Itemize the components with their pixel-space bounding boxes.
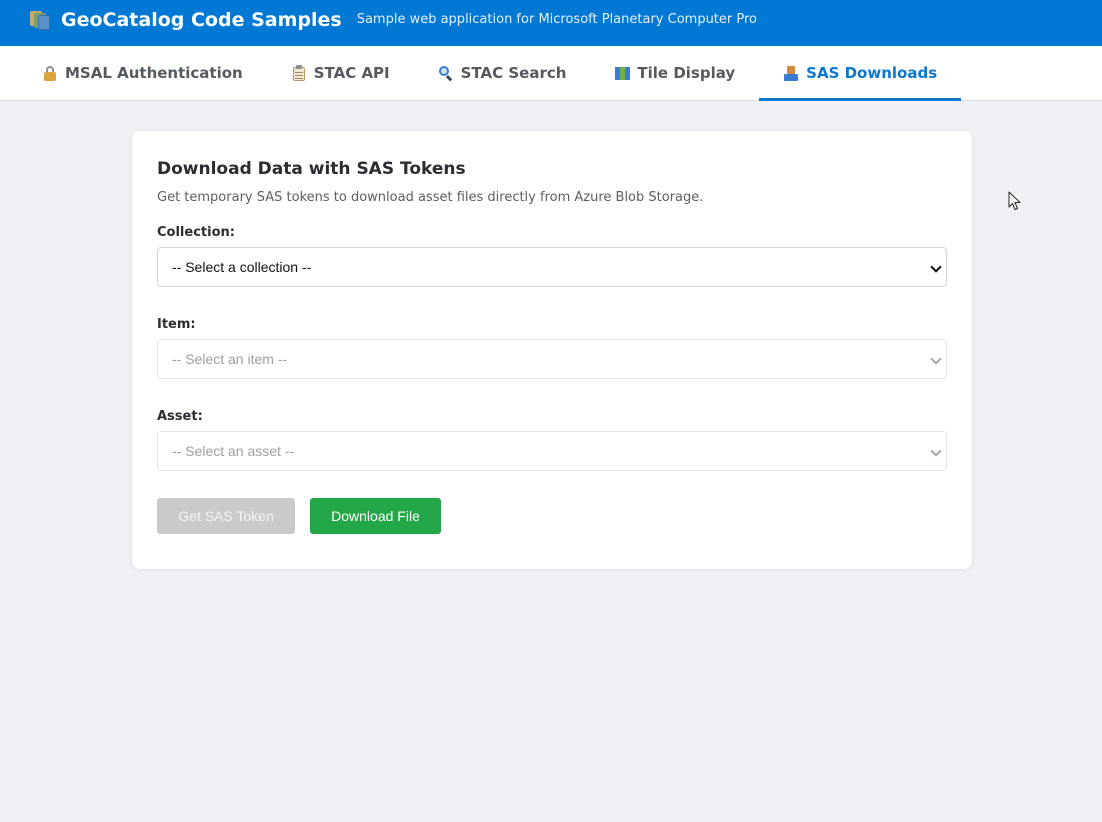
chevron-down-icon [930, 353, 942, 365]
clipboard-icon [291, 65, 307, 81]
tab-sas-downloads[interactable]: SAS Downloads [759, 46, 962, 101]
chevron-down-icon [930, 445, 942, 457]
tab-stac-api[interactable]: STAC API [267, 46, 414, 100]
sas-download-card: Download Data with SAS Tokens Get tempor… [132, 131, 972, 569]
tab-label: STAC Search [460, 64, 567, 82]
item-select-value: -- Select an item -- [172, 351, 288, 367]
item-select[interactable]: -- Select an item -- [157, 339, 947, 379]
download-file-button[interactable]: Download File [310, 498, 441, 534]
tab-label: Tile Display [637, 64, 736, 82]
tab-label: MSAL Authentication [65, 64, 243, 82]
item-label: Item: [157, 317, 196, 332]
chevron-down-icon [930, 261, 942, 273]
tab-label: STAC API [313, 64, 390, 82]
inbox-tray-icon [783, 65, 799, 81]
collection-label: Collection: [157, 225, 235, 240]
tab-label: SAS Downloads [806, 64, 938, 82]
tab-tile-display[interactable]: Tile Display [590, 46, 759, 100]
lock-icon [42, 65, 58, 81]
books-icon [30, 10, 52, 30]
asset-select-value: -- Select an asset -- [172, 443, 295, 459]
card-description: Get temporary SAS tokens to download ass… [157, 190, 704, 205]
map-icon [614, 65, 631, 81]
app-title: GeoCatalog Code Samples [61, 9, 342, 31]
mouse-cursor-icon [1008, 191, 1021, 210]
tab-msal-authentication[interactable]: MSAL Authentication [18, 46, 267, 100]
tab-stac-search[interactable]: STAC Search [414, 46, 591, 100]
get-sas-token-button[interactable]: Get SAS Token [157, 498, 295, 534]
collection-select[interactable]: -- Select a collection -- [157, 247, 947, 287]
tab-bar: MSAL Authentication STAC API STAC Search… [0, 46, 1102, 101]
asset-select[interactable]: -- Select an asset -- [157, 431, 947, 471]
app-subtitle: Sample web application for Microsoft Pla… [356, 11, 758, 27]
asset-label: Asset: [157, 409, 203, 424]
card-title: Download Data with SAS Tokens [157, 159, 466, 179]
app-header: GeoCatalog Code Samples Sample web appli… [0, 0, 1102, 46]
magnifier-icon [438, 65, 454, 82]
collection-select-value: -- Select a collection -- [172, 259, 312, 275]
